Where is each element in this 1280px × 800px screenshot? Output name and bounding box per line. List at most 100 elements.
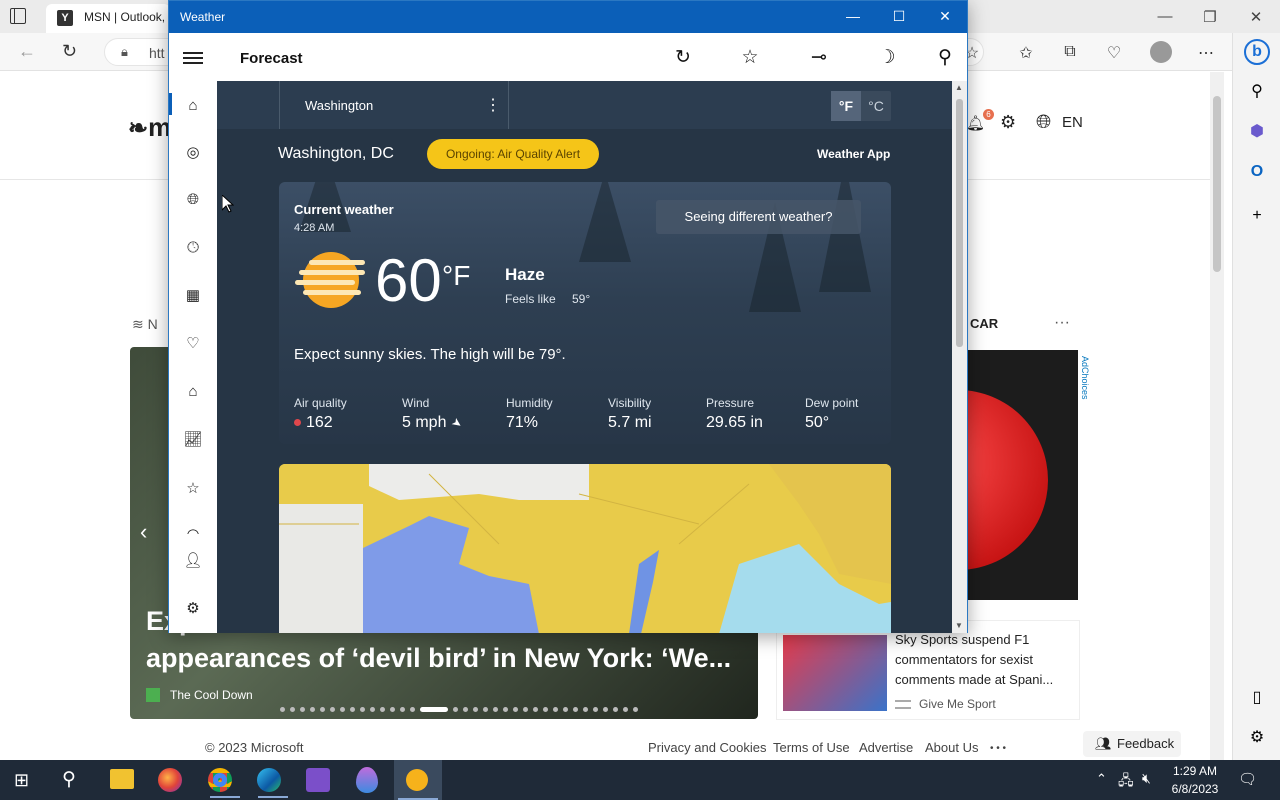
page-scrollbar-thumb[interactable]	[1213, 96, 1221, 272]
notifications-icon[interactable]: 🔔︎	[966, 114, 985, 132]
about-link[interactable]: About Us	[925, 740, 978, 755]
show-hidden-icons-icon[interactable]: ⌃	[1096, 771, 1107, 787]
carousel-dot[interactable]	[553, 707, 558, 712]
tab-actions-icon[interactable]	[10, 8, 26, 24]
sidebar-copilot-icon[interactable]: ⬢	[1246, 121, 1268, 143]
feedback-button[interactable]: 👥︎ Feedback	[1083, 731, 1181, 757]
scroll-up-icon[interactable]: ▲	[955, 83, 963, 92]
carousel-dot[interactable]	[583, 707, 588, 712]
carousel-dot[interactable]	[290, 707, 295, 712]
metric-visibility[interactable]: Visibility 5.7 mi	[608, 396, 652, 432]
start-windows-icon[interactable]: ⊞	[14, 770, 29, 791]
refresh-icon[interactable]: ↻	[671, 46, 695, 70]
back-icon[interactable]: ←	[18, 41, 36, 62]
carousel-dot[interactable]	[300, 707, 305, 712]
ad-more-icon[interactable]: ···	[1054, 314, 1070, 332]
carousel-dot[interactable]	[483, 707, 488, 712]
metric-air-quality[interactable]: Air quality 162	[294, 396, 347, 432]
nav-settings-icon[interactable]: ⚙	[182, 598, 204, 620]
footer-more-icon[interactable]: • • •	[990, 743, 1006, 754]
visual-studio-icon[interactable]	[306, 768, 330, 792]
carousel-dot[interactable]	[340, 707, 345, 712]
unit-fahrenheit-button[interactable]: °F	[831, 91, 861, 121]
taskbar-search-icon[interactable]: ⚲	[62, 768, 76, 791]
msn-logo[interactable]: ❧m	[128, 112, 171, 143]
paint-drop-icon[interactable]	[356, 767, 378, 793]
chrome-icon[interactable]	[208, 768, 232, 792]
notification-center-icon[interactable]: 🗨︎	[1238, 770, 1257, 788]
browser-tab-msn[interactable]: Y MSN | Outlook,	[46, 4, 170, 33]
hamburger-menu-icon[interactable]	[183, 52, 203, 64]
dark-mode-icon[interactable]: ☽	[875, 46, 899, 70]
carousel-dot[interactable]	[370, 707, 375, 712]
air-quality-alert-badge[interactable]: Ongoing: Air Quality Alert	[427, 139, 599, 169]
carousel-dot[interactable]	[330, 707, 335, 712]
nav-trends-chart-icon[interactable]: 📈︎	[182, 429, 204, 451]
advertise-link[interactable]: Advertise	[859, 740, 913, 755]
carousel-dot[interactable]	[380, 707, 385, 712]
carousel-dot[interactable]	[543, 707, 548, 712]
file-explorer-icon[interactable]	[110, 769, 134, 789]
privacy-link[interactable]: Privacy and Cookies	[648, 740, 767, 755]
weather-scrollbar[interactable]: ▲ ▼	[952, 81, 967, 633]
collections-icon[interactable]: ⧉	[1060, 43, 1080, 61]
sidebar-search-icon[interactable]: ⚲	[1246, 81, 1268, 103]
seeing-different-weather-button[interactable]: Seeing different weather?	[656, 200, 861, 234]
metric-humidity[interactable]: Humidity 71%	[506, 396, 553, 432]
nav-health-icon[interactable]: ♡	[182, 333, 204, 355]
globe-icon[interactable]: 🌐︎	[1036, 112, 1051, 134]
carousel-dot[interactable]	[523, 707, 528, 712]
unit-toggle[interactable]: °F °C	[831, 91, 891, 121]
weather-close-button[interactable]: ✕	[935, 8, 955, 25]
sidebar-outlook-icon[interactable]: O	[1246, 161, 1268, 183]
adchoices-label[interactable]: AdChoices	[1080, 356, 1090, 400]
carousel-dot[interactable]	[400, 707, 405, 712]
carousel-dot[interactable]	[593, 707, 598, 712]
refresh-icon[interactable]: ↻	[62, 41, 77, 62]
terms-link[interactable]: Terms of Use	[773, 740, 850, 755]
carousel-dot[interactable]	[390, 707, 395, 712]
nav-more-icon[interactable]: ◠	[182, 524, 204, 534]
carousel-dot[interactable]	[623, 707, 628, 712]
air-quality-map[interactable]	[279, 464, 891, 633]
edge-icon[interactable]	[257, 768, 281, 792]
browser-minimize-button[interactable]: —	[1155, 8, 1175, 25]
carousel-dot[interactable]	[320, 707, 325, 712]
sidebar-panel-icon[interactable]: ▯	[1246, 687, 1268, 709]
metric-pressure[interactable]: Pressure 29.65 in	[706, 396, 763, 432]
sidebar-settings-icon[interactable]: ⚙	[1246, 727, 1268, 749]
nav-maps-globe-icon[interactable]: 🌐︎	[182, 189, 204, 211]
carousel-dot[interactable]	[360, 707, 365, 712]
carousel-dot[interactable]	[310, 707, 315, 712]
settings-gear-icon[interactable]: ⚙	[1000, 112, 1016, 133]
carousel-dot[interactable]	[613, 707, 618, 712]
weather-scrollbar-thumb[interactable]	[956, 99, 963, 347]
carousel-dot[interactable]	[410, 707, 415, 712]
location-tab[interactable]: Washington ⋮	[279, 81, 509, 129]
weather-minimize-button[interactable]: —	[843, 8, 863, 24]
language-label[interactable]: EN	[1062, 114, 1083, 131]
firefox-icon[interactable]	[158, 768, 182, 792]
favorites-icon[interactable]: ✩	[1016, 43, 1036, 63]
metric-wind[interactable]: Wind 5 mph ➤	[402, 396, 466, 432]
carousel-dot[interactable]	[563, 707, 568, 712]
weather-taskbar-button[interactable]	[394, 760, 442, 800]
carousel-dot[interactable]	[503, 707, 508, 712]
performance-icon[interactable]: ♡	[1104, 43, 1124, 63]
nav-radar-icon[interactable]: ◎	[182, 142, 204, 164]
carousel-dot[interactable]	[493, 707, 498, 712]
nav-home-icon[interactable]: ⌂	[182, 95, 204, 117]
carousel-dot[interactable]	[633, 707, 638, 712]
nav-life-building-icon[interactable]: ⌂	[182, 381, 204, 403]
more-options-icon[interactable]: ⋯	[1196, 43, 1216, 63]
carousel-dot[interactable]	[573, 707, 578, 712]
browser-restore-button[interactable]: ❐	[1200, 8, 1220, 26]
sidebar-add-icon[interactable]: +	[1246, 205, 1268, 227]
nav-favorites-list-icon[interactable]: ☆	[182, 478, 204, 500]
clock-time[interactable]: 1:29 AM	[1172, 764, 1218, 778]
weather-titlebar[interactable]: Weather — ☐ ✕	[169, 1, 967, 33]
metric-dew-point[interactable]: Dew point 50°	[805, 396, 858, 432]
carousel-dot[interactable]	[463, 707, 468, 712]
carousel-dot[interactable]	[280, 707, 285, 712]
nav-hourly-clock-icon[interactable]: 🕓︎	[182, 237, 204, 259]
